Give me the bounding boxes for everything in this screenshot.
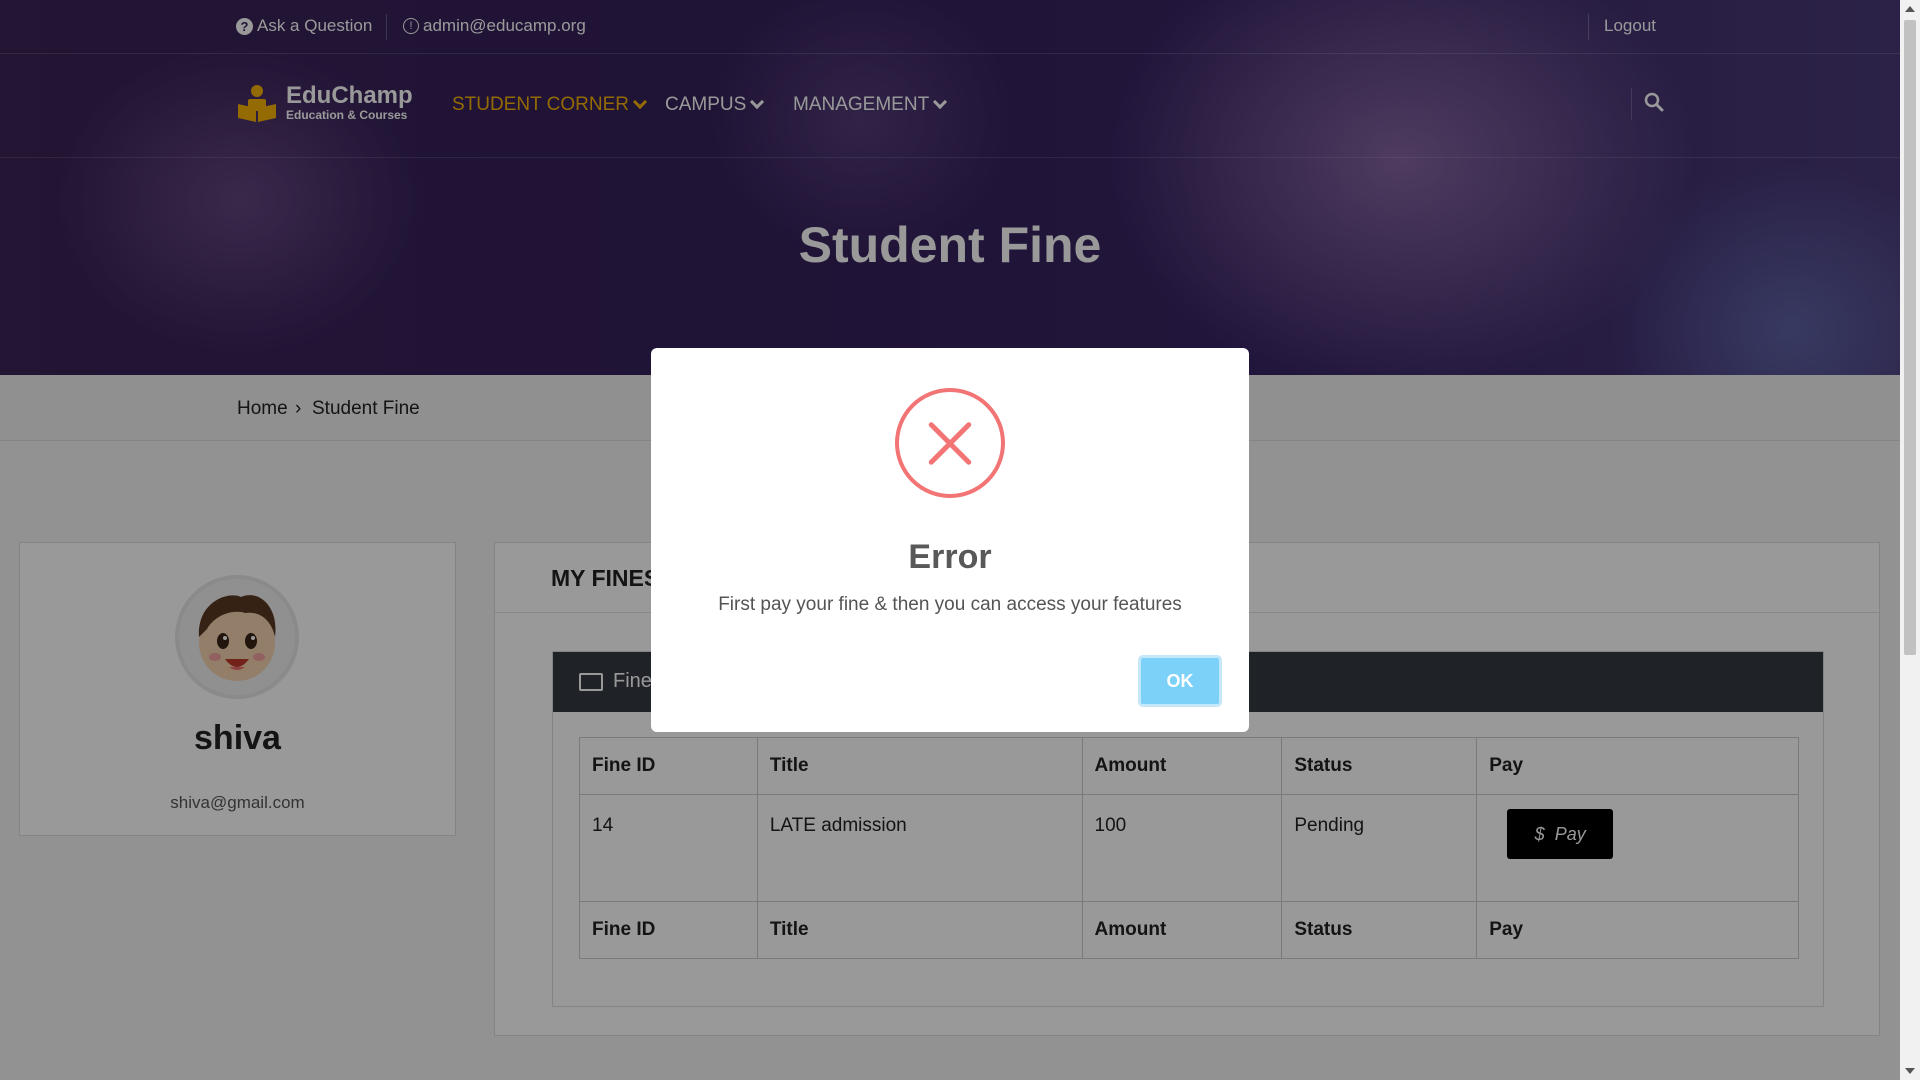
error-dialog: Error First pay your fine & then you can… xyxy=(651,348,1249,732)
dialog-message: First pay your fine & then you can acces… xyxy=(718,594,1182,615)
scroll-thumb[interactable] xyxy=(1904,20,1916,655)
ok-button[interactable]: OK xyxy=(1138,655,1222,707)
error-x-icon xyxy=(895,388,1005,498)
scroll-down-arrow-icon[interactable] xyxy=(1905,1068,1915,1074)
modal-backdrop[interactable]: Error First pay your fine & then you can… xyxy=(0,0,1900,1080)
page-scrollbar[interactable] xyxy=(1900,0,1920,1080)
scroll-up-arrow-icon[interactable] xyxy=(1905,6,1915,12)
dialog-title: Error xyxy=(908,538,992,576)
